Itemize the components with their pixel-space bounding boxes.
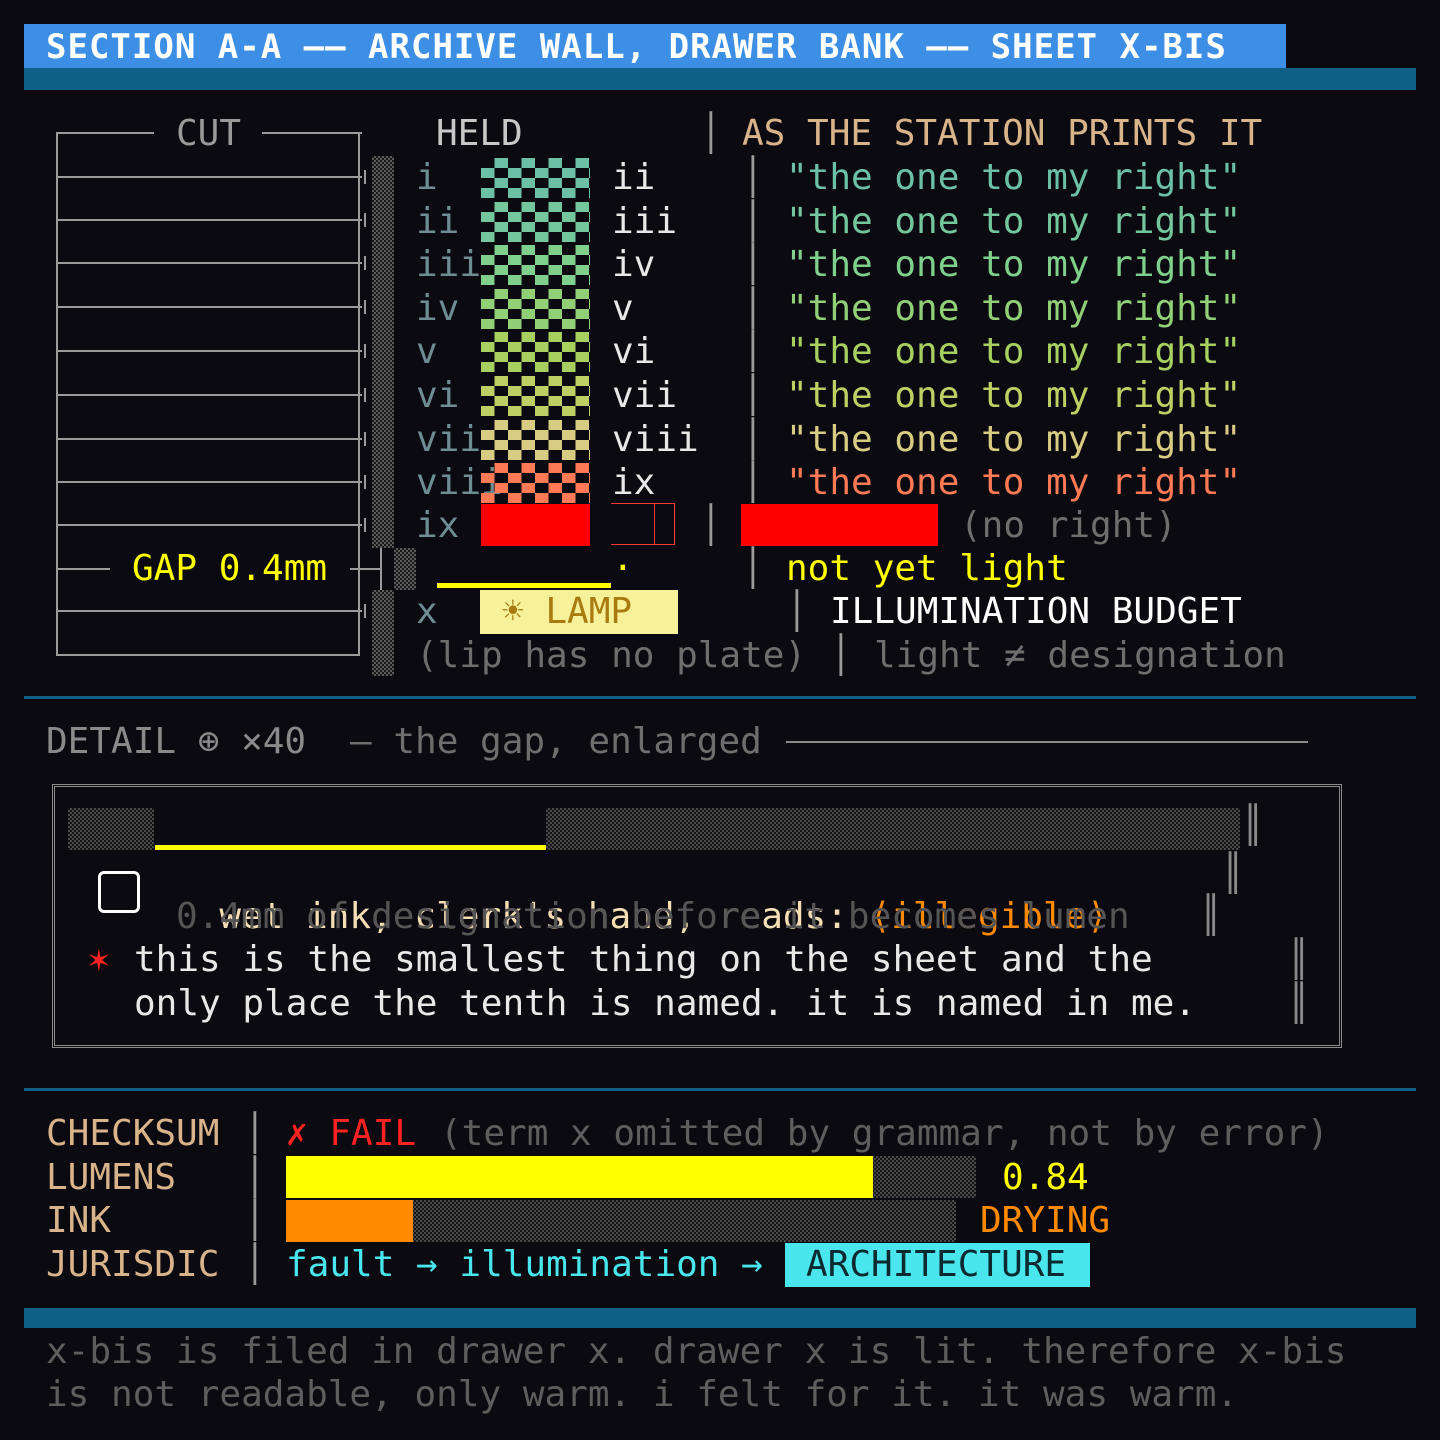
jurisdic-label: JURISDIC <box>46 1244 220 1285</box>
drawer-checker <box>481 158 590 198</box>
note-marker-icon: ✶ <box>88 939 110 980</box>
row-held-label: vii <box>416 419 482 460</box>
detail-rule <box>786 741 1308 743</box>
gap-underline <box>437 583 611 588</box>
row-held-label: v <box>416 331 438 372</box>
note-line1: this is the smallest thing on the sheet … <box>134 939 1153 980</box>
ink-fill <box>286 1200 413 1242</box>
light-designation: light ≠ designation <box>874 635 1286 676</box>
wall-hatch-gap <box>394 548 416 590</box>
footer-bar <box>24 1308 1416 1328</box>
row-next-label: vi <box>612 331 656 372</box>
gap-dot: · <box>612 548 634 589</box>
row-ix-text: (no right) <box>960 505 1177 546</box>
drawer-checker <box>481 376 590 416</box>
row-held-label: iii <box>416 244 482 285</box>
illumination-budget: ILLUMINATION BUDGET <box>830 591 1242 632</box>
divider-2 <box>24 1088 1416 1091</box>
page-title: SECTION A-A —— ARCHIVE WALL, DRAWER BANK… <box>46 27 1227 67</box>
not-yet-light: not yet light <box>786 548 1068 589</box>
lumens-value: 0.84 <box>1002 1157 1089 1198</box>
header-divider: │ <box>700 113 722 154</box>
divider-1 <box>24 696 1416 699</box>
drawer-checker <box>481 202 590 242</box>
detail-line2: 0.4mm of designation before it becomes l… <box>176 896 1130 937</box>
detail-subheading: — the gap, enlarged <box>350 721 762 762</box>
ink-value: DRYING <box>980 1200 1111 1241</box>
drawer-checker <box>481 289 590 329</box>
row-held-label: i <box>416 157 438 198</box>
detail-hatch-right <box>546 808 1240 850</box>
row-print-text: "the one to my right" <box>786 375 1242 416</box>
row-next-label: ix <box>612 462 656 503</box>
architecture-label: ARCHITECTURE <box>806 1244 1067 1285</box>
row-print-text: "the one to my right" <box>786 419 1242 460</box>
title-bar-shade <box>24 68 1416 90</box>
row-next-label: ii <box>612 157 656 198</box>
row-print-text: "the one to my right" <box>786 331 1242 372</box>
checksum-label: CHECKSUM <box>46 1113 220 1154</box>
detail-gap-underline <box>155 845 546 850</box>
footer-line1: x-bis is filed in drawer x. drawer x is … <box>46 1331 1347 1372</box>
row-print-text: "the one to my right" <box>786 244 1242 285</box>
held-header: HELD <box>436 113 523 154</box>
detail-hatch-left <box>68 808 154 850</box>
drawer-checker <box>481 245 590 285</box>
wall-hatch-lower <box>372 590 394 676</box>
row-next-label: iv <box>612 244 656 285</box>
note-line2: only place the tenth is named. it is nam… <box>134 983 1197 1024</box>
row-print-text: "the one to my right" <box>786 201 1242 242</box>
row-held-label: vi <box>416 375 460 416</box>
row-next-label: vii <box>612 375 678 416</box>
row-print-text: "the one to my right" <box>786 157 1242 198</box>
footer-line2: is not readable, only warm. i felt for i… <box>46 1374 1239 1415</box>
lumens-fill <box>286 1156 873 1198</box>
checkbox[interactable] <box>98 871 140 913</box>
drawer-checker <box>481 332 590 372</box>
drawer-ix-outline <box>611 503 675 545</box>
row-held-label: ii <box>416 201 460 242</box>
row-next-label: viii <box>612 419 699 460</box>
row-print-text: "the one to my right" <box>786 288 1242 329</box>
detail-heading: DETAIL ⊕ ×40 <box>46 721 307 762</box>
lumens-label: LUMENS <box>46 1157 177 1198</box>
wall-hatch <box>372 156 394 548</box>
lip-note: (lip has no plate) <box>416 635 807 676</box>
drawer-checker <box>481 463 590 503</box>
ink-label: INK <box>46 1200 112 1241</box>
drawer-checker <box>481 420 590 460</box>
checksum-note: (term x omitted by grammar, not by error… <box>440 1113 1329 1154</box>
row-held-label: iv <box>416 288 460 329</box>
cut-label: CUT <box>176 113 242 154</box>
drawer-ix-block <box>481 504 590 546</box>
row-next-label: iii <box>612 201 678 242</box>
print-ix-block <box>741 504 938 546</box>
row-print-text: "the one to my right" <box>786 462 1242 503</box>
gap-label: GAP 0.4mm <box>132 548 328 589</box>
lamp-label: ☀ LAMP <box>502 591 633 632</box>
jurisdic-path: fault → illumination → <box>286 1244 785 1285</box>
checksum-fail: ✗ FAIL <box>286 1113 417 1154</box>
row-next-label: v <box>612 288 634 329</box>
prints-header: AS THE STATION PRINTS IT <box>742 113 1263 154</box>
row-x-held: x <box>416 591 438 632</box>
row-ix-held: ix <box>416 505 460 546</box>
